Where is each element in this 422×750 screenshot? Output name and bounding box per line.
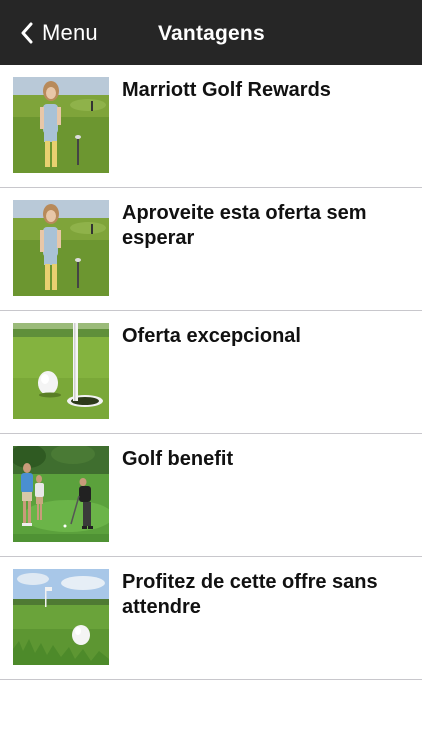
list-item-title: Profitez de cette offre sans attendre [122,571,378,618]
list-item-title: Oferta excepcional [122,325,301,347]
list-item-title: Marriott Golf Rewards [122,79,331,101]
list-item[interactable]: Profitez de cette offre sans attendre [0,557,422,680]
back-button[interactable]: Menu [20,14,98,52]
list-item[interactable]: Golf benefit [0,434,422,557]
golfers-putting-image [13,446,109,542]
golf-ball-flag-sky-image [13,569,109,665]
offers-list: Marriott Golf Rewards Aproveite esta ofe… [0,65,422,680]
list-item-title: Aproveite esta oferta sem esperar [122,202,367,249]
page-title: Vantagens [158,22,265,45]
navigation-bar: Menu Vantagens [0,0,422,65]
woman-golfer-image [13,200,109,296]
back-button-label: Menu [42,20,98,45]
list-item[interactable]: Oferta excepcional [0,311,422,434]
golf-ball-hole-flag-image [13,323,109,419]
list-item-title: Golf benefit [122,448,234,470]
chevron-left-icon [20,22,34,44]
woman-golfer-image [13,77,109,173]
list-item[interactable]: Marriott Golf Rewards [0,65,422,188]
list-item[interactable]: Aproveite esta oferta sem esperar [0,188,422,311]
